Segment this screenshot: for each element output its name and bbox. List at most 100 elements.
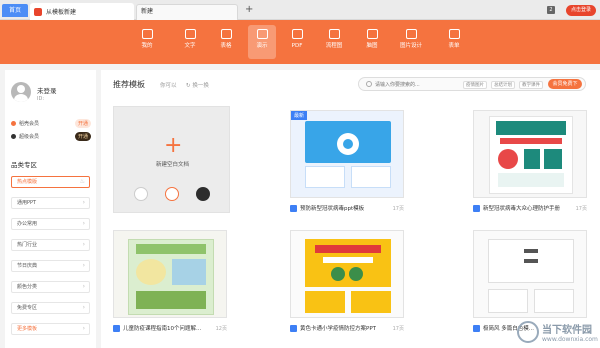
member-label: 稻壳会员 — [19, 120, 40, 127]
home-icon — [141, 29, 153, 39]
search-tag[interactable]: 教学课件 — [519, 81, 543, 89]
template-card[interactable]: 儿童防疫课程指南10个问题解... 12页 — [113, 230, 227, 332]
nav-label: 表格 — [220, 43, 232, 49]
nav-item-mindmap[interactable]: 脑图 — [358, 25, 386, 59]
page-count: 12页 — [215, 325, 227, 332]
template-thumbnail[interactable]: 最新 — [290, 110, 404, 198]
template-title: 黄色卡通小学疫情防控方案PPT — [300, 326, 376, 332]
tab-label: 从模板新建 — [46, 9, 77, 16]
nav-item-sheet[interactable]: 表格 — [212, 25, 240, 59]
dark-theme-swatch[interactable] — [196, 187, 210, 201]
hot-icon: ♨ — [79, 178, 85, 185]
left-sidebar: 未登录 ID: 稻壳会员 开通 超级会员 开通 品类专区 热点模版 ♨ 通用PP… — [5, 70, 96, 348]
category-color[interactable]: 颜色分类 › — [11, 281, 90, 293]
member-dot-icon — [11, 133, 16, 139]
member-row-docer: 稻壳会员 开通 — [11, 118, 91, 128]
flowchart-icon — [328, 29, 340, 39]
category-office[interactable]: 办公常用 › — [11, 218, 90, 230]
template-caption: 新型冠状病毒大众心理防护手册 17页 — [473, 203, 587, 213]
watermark-logo-icon — [517, 321, 539, 343]
section-title: 品类专区 — [11, 161, 37, 169]
refresh-label: 换一换 — [192, 83, 209, 89]
add-tab-button[interactable]: + — [245, 4, 253, 16]
nav-label: 表单 — [448, 43, 460, 49]
category-general-ppt[interactable]: 通用PPT › — [11, 197, 90, 209]
category-industry[interactable]: 热门行业 › — [11, 239, 90, 251]
member-row-super: 超级会员 开通 — [11, 131, 91, 141]
notification-badge[interactable]: 2 — [547, 6, 555, 14]
nav-item-form[interactable]: 表单 — [440, 25, 468, 59]
template-card[interactable]: 新型冠状病毒大众心理防护手册 17页 — [473, 110, 587, 212]
presentation-icon — [256, 29, 268, 39]
chevron-right-icon: › — [82, 283, 85, 290]
category-label: 颜色分类 — [17, 284, 38, 290]
category-free[interactable]: 免费专区 › — [11, 302, 90, 314]
title-bar: 首页 从模板新建 新建 + 2 点击登录 — [0, 0, 600, 20]
category-more[interactable]: 更多模板 › — [11, 323, 90, 335]
nav-label: 演示 — [256, 43, 268, 49]
open-docer-button[interactable]: 开通 — [74, 118, 91, 128]
template-title: 新型冠状病毒大众心理防护手册 — [483, 206, 561, 212]
chevron-right-icon: › — [82, 220, 85, 227]
template-caption: 黄色卡通小学疫情防控方案PPT 17页 — [290, 323, 404, 333]
main-content: 推荐模板 你可以 ↻ 换一换 疫情图片 总结计划 教学课件 会员免费下 + 新建… — [101, 70, 600, 348]
category-label: 节日庆典 — [17, 263, 38, 269]
login-button[interactable]: 点击登录 — [566, 5, 596, 16]
template-card[interactable]: 最新 预防新型冠状病毒ppt模板 17页 — [290, 110, 404, 212]
search-tag[interactable]: 总结计划 — [491, 81, 515, 89]
chevron-right-icon: › — [82, 262, 85, 269]
chevron-right-icon: › — [82, 304, 85, 311]
template-thumbnail[interactable] — [290, 230, 404, 318]
plus-icon: + — [164, 133, 183, 158]
nav-label: 脑图 — [366, 43, 378, 49]
pdf-icon — [291, 29, 303, 39]
wps-logo-icon — [34, 7, 42, 16]
template-caption: 预防新型冠状病毒ppt模板 17页 — [290, 203, 404, 213]
refresh-button[interactable]: ↻ 换一换 — [186, 81, 209, 89]
nav-item-presentation[interactable]: 演示 — [248, 25, 276, 59]
template-card[interactable]: 极简风 多篇白色模... — [473, 230, 587, 332]
search-input[interactable] — [375, 80, 455, 89]
search-tag[interactable]: 疫情图片 — [463, 81, 487, 89]
template-thumbnail[interactable] — [473, 110, 587, 198]
new-badge: 最新 — [291, 111, 308, 120]
category-hot[interactable]: 热点模版 ♨ — [11, 176, 90, 188]
search-icon[interactable] — [366, 81, 372, 87]
open-super-button[interactable]: 开通 — [74, 131, 91, 141]
category-label: 办公常用 — [17, 221, 38, 227]
member-label: 超级会员 — [19, 133, 40, 140]
tab-from-template[interactable]: 从模板新建 — [30, 3, 134, 20]
form-icon — [448, 29, 460, 39]
template-thumbnail[interactable] — [473, 230, 587, 318]
orange-outline-theme-swatch[interactable] — [165, 187, 179, 201]
template-card[interactable]: 黄色卡通小学疫情防控方案PPT 17页 — [290, 230, 404, 332]
new-blank-document-card[interactable]: + 新建空白文档 — [113, 106, 230, 213]
white-theme-swatch[interactable] — [134, 187, 148, 201]
template-thumbnail[interactable] — [113, 230, 227, 318]
nav-item-mine[interactable]: 我的 — [133, 25, 161, 59]
category-label: 免费专区 — [17, 305, 38, 311]
vip-free-download-button[interactable]: 会员免费下 — [548, 79, 582, 89]
category-label: 热门行业 — [17, 242, 38, 248]
tab-home[interactable]: 首页 — [2, 4, 28, 17]
tab-new[interactable]: 新建 — [136, 4, 238, 20]
ppt-file-icon — [473, 204, 480, 212]
nav-item-writer[interactable]: 文字 — [176, 25, 204, 59]
page-count: 17页 — [392, 205, 404, 212]
chevron-right-icon: › — [82, 199, 85, 206]
ppt-file-icon — [113, 324, 120, 332]
avatar[interactable] — [11, 82, 31, 102]
nav-item-pdf[interactable]: PDF — [283, 25, 311, 59]
user-name[interactable]: 未登录 — [37, 85, 57, 95]
chevron-right-icon: › — [82, 241, 85, 248]
page-count: 17页 — [575, 205, 587, 212]
nav-item-flowchart[interactable]: 流程图 — [320, 25, 348, 59]
mindmap-icon — [366, 29, 378, 39]
nav-label: PDF — [291, 43, 303, 49]
nav-label: 流程图 — [325, 43, 343, 49]
nav-item-image-design[interactable]: 图片设计 — [397, 25, 425, 59]
blank-label: 新建空白文档 — [155, 162, 189, 168]
category-festival[interactable]: 节日庆典 › — [11, 260, 90, 272]
page-title: 推荐模板 — [113, 80, 145, 89]
image-design-icon — [405, 29, 417, 39]
